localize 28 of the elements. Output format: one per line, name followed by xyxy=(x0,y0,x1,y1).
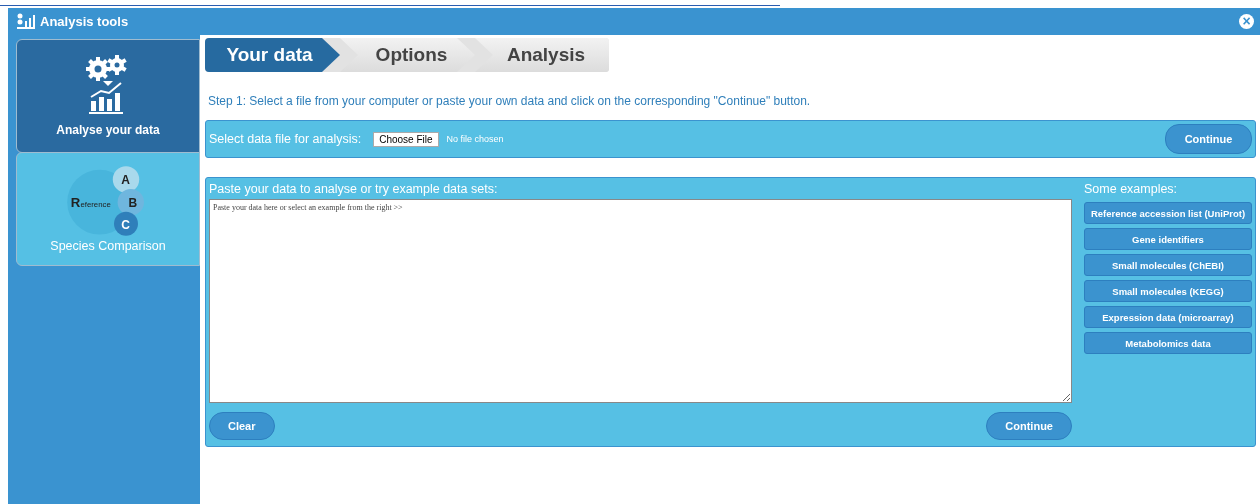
example-button[interactable]: Small molecules (KEGG) xyxy=(1084,280,1252,302)
file-status: No file chosen xyxy=(446,134,504,144)
step-tab[interactable]: Analysis xyxy=(475,38,609,72)
venn-label: A xyxy=(121,173,130,188)
data-input-field[interactable]: Paste your data here or select an example from the right >> xyxy=(209,199,1072,403)
sidebar-item[interactable]: Reference A B C Species Comparison xyxy=(16,152,200,266)
step-tab[interactable]: Your data xyxy=(205,38,340,72)
venn-label: C xyxy=(121,217,130,232)
example-button[interactable]: Small molecules (ChEBI) xyxy=(1084,254,1252,276)
close-button[interactable]: × xyxy=(1239,14,1254,29)
sidebar-item[interactable]: Analyse your data xyxy=(16,39,200,153)
window-title: Analysis tools xyxy=(40,14,129,29)
example-button[interactable]: Gene identifiers xyxy=(1084,228,1252,250)
instruction-text: Step 1: Select a file from your computer or paste your own data and click on the corresponding "Continue" button. xyxy=(208,94,812,108)
file-label: Select data file for analysis: xyxy=(209,132,362,146)
choose-file-button[interactable]: Choose File xyxy=(373,131,439,147)
examples-title: Some examples: xyxy=(1084,182,1179,196)
continue-button[interactable]: Continue xyxy=(986,412,1072,440)
venn-label: B xyxy=(128,196,138,210)
clear-button[interactable]: Clear xyxy=(209,412,275,440)
chart-icon xyxy=(16,12,36,31)
step-tab[interactable]: Options xyxy=(340,38,475,72)
example-button[interactable]: Metabolomics data xyxy=(1084,332,1252,354)
continue-button[interactable]: Continue xyxy=(1165,124,1252,154)
venn-label: eference xyxy=(80,200,111,209)
example-button[interactable]: Reference accession list (UniProt) xyxy=(1084,202,1252,224)
example-button[interactable]: Expression data (microarray) xyxy=(1084,306,1252,328)
paste-title: Paste your data to analyse or try example data sets: xyxy=(209,182,499,196)
